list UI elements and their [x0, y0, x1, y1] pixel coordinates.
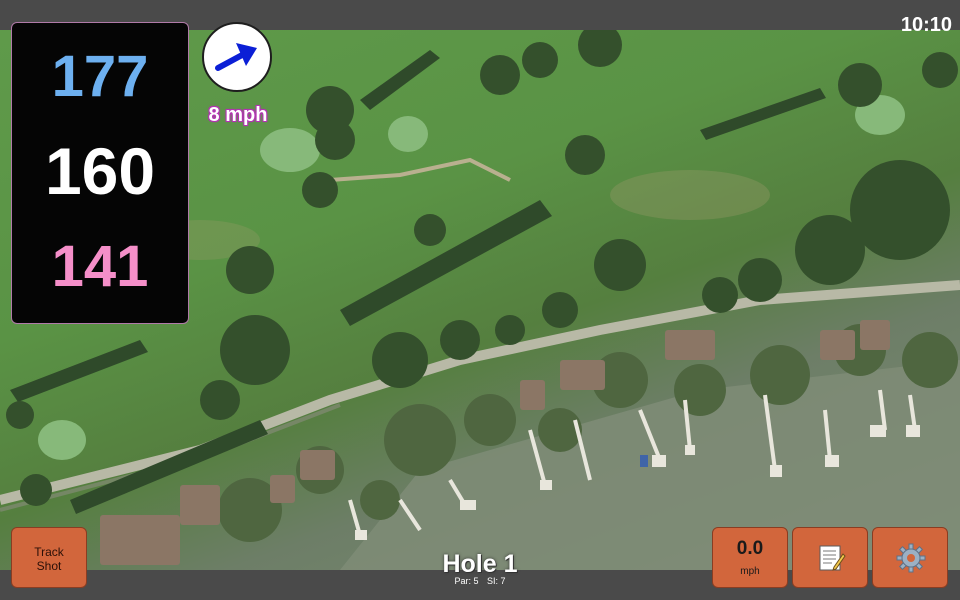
middle-distance: 160 [44, 134, 156, 208]
hole-si: SI: 7 [487, 576, 506, 586]
notes-button[interactable] [792, 527, 868, 588]
clock: 10:10 [900, 14, 952, 36]
speed-unit: mph [740, 566, 760, 577]
front-distance: 141 [51, 234, 149, 299]
settings-button[interactable] [872, 527, 948, 588]
hole-title: Hole 1 [442, 550, 518, 578]
speed-value: 0.0 [736, 538, 764, 559]
speed-button[interactable]: 0.0 mph [712, 527, 788, 588]
arrow-icon [215, 43, 257, 71]
distance-panel[interactable]: 177 160 141 [11, 22, 189, 324]
track-shot-label: Track Shot [34, 545, 64, 573]
wind-speed: 8 mph [208, 104, 268, 126]
gear-icon [896, 543, 926, 573]
back-distance: 177 [51, 44, 149, 109]
hole-meta: Par: 5 SI: 7 [380, 576, 580, 586]
wind-indicator [202, 22, 272, 92]
notepad-icon [819, 545, 846, 571]
track-shot-button[interactable]: Track Shot [11, 527, 87, 588]
hole-par: Par: 5 [454, 576, 479, 586]
